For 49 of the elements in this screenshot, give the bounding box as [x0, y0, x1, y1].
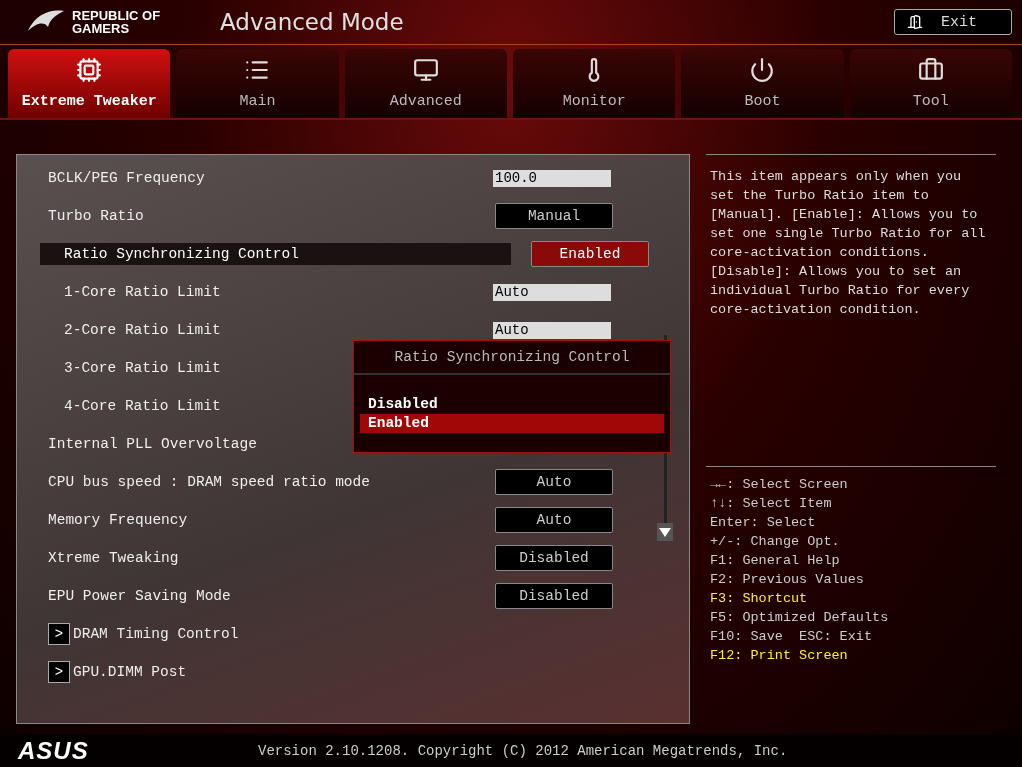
popup-title: Ratio Synchronizing Control — [354, 341, 670, 376]
key-hint: F2: Previous Values — [710, 571, 865, 590]
value-field[interactable]: Auto — [493, 283, 611, 301]
key-hint: F5: Optimized Defaults — [710, 609, 890, 628]
help-text: This item appears only when you set the Turbo Ratio item to [Manual]. [Enable]: Allows you to set one single Turbo Ratio for all core-activation conditions. [Disable]: Allows you to set an individual Turbo Ratio for every core-activation condition. — [706, 154, 996, 467]
key-hint: F3: Shortcut — [710, 590, 809, 609]
setting-label[interactable]: 1-Core Ratio Limit — [64, 281, 493, 304]
tab[interactable]: Boot — [681, 49, 844, 119]
door-icon — [907, 14, 923, 31]
key-hint: F10: Save ESC: Exit — [710, 628, 874, 647]
setting-label[interactable]: DRAM Timing Control — [73, 623, 613, 646]
brand-text: REPUBLIC OF GAMERS — [72, 9, 162, 36]
power-icon — [749, 57, 776, 84]
tab[interactable]: Extreme Tweaker — [8, 49, 171, 119]
cpu-icon — [76, 57, 103, 84]
value-field[interactable]: Auto — [493, 321, 611, 339]
key-hint: F12: Print Screen — [710, 647, 849, 666]
value-dropdown[interactable]: Auto — [495, 469, 613, 496]
tab[interactable]: Monitor — [513, 49, 676, 119]
exit-button[interactable]: Exit — [894, 9, 1012, 36]
window-title: Advanced Mode — [220, 9, 405, 36]
popup-option[interactable]: Enabled — [360, 414, 664, 434]
popup-option[interactable]: Disabled — [360, 395, 664, 415]
version-text: Version 2.10.1208. Copyright (C) 2012 American Megatrends, Inc. — [258, 742, 788, 759]
setting-label[interactable]: Xtreme Tweaking — [48, 547, 495, 570]
value-dropdown[interactable]: Disabled — [495, 545, 613, 572]
key-hint: F1: General Help — [710, 552, 841, 571]
tab[interactable]: Tool — [849, 49, 1012, 119]
tab[interactable]: Advanced — [344, 49, 507, 119]
setting-label[interactable]: Memory Frequency — [48, 509, 495, 532]
key-hint: ↑↓: Select Item — [710, 495, 833, 514]
value-field[interactable]: 100.0 — [493, 169, 611, 187]
setting-label[interactable]: 2-Core Ratio Limit — [64, 319, 493, 342]
monitor-icon — [412, 57, 439, 84]
setting-label[interactable]: Ratio Synchronizing Control — [40, 243, 511, 266]
value-dropdown[interactable]: Disabled — [495, 583, 613, 610]
key-hint: +/-: Change Opt. — [710, 533, 841, 552]
setting-label[interactable]: EPU Power Saving Mode — [48, 585, 495, 608]
setting-label[interactable]: Turbo Ratio — [48, 205, 495, 228]
setting-label[interactable]: BCLK/PEG Frequency — [48, 167, 493, 190]
value-dropdown[interactable]: Enabled — [531, 241, 649, 268]
brand-logo: ASUS — [18, 736, 90, 765]
value-dropdown[interactable]: Auto — [495, 507, 613, 534]
tab[interactable]: Main — [176, 49, 339, 119]
key-hint: Enter: Select — [710, 514, 817, 533]
key-hint: →←: Select Screen — [710, 476, 849, 495]
setting-label[interactable]: CPU bus speed : DRAM speed ratio mode — [48, 471, 495, 494]
value-dropdown[interactable]: Manual — [495, 203, 613, 230]
setting-label[interactable]: GPU.DIMM Post — [73, 661, 613, 684]
